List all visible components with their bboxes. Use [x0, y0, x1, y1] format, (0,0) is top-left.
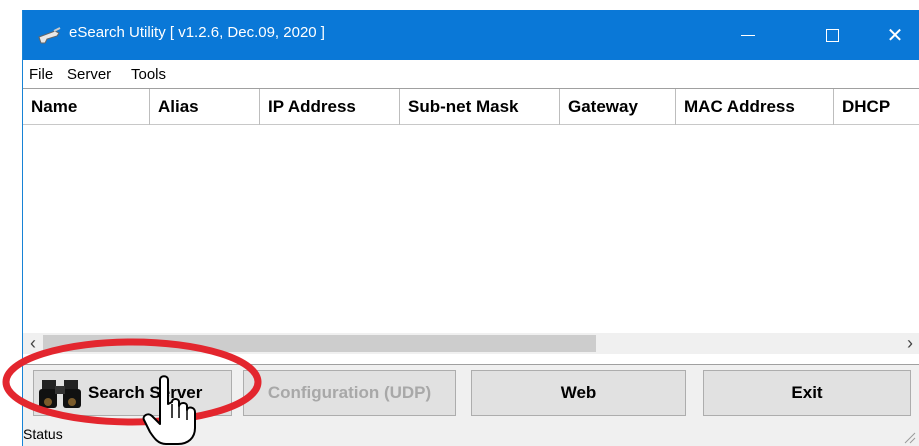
menu-file[interactable]: File — [29, 66, 53, 83]
status-bar: Status — [23, 423, 919, 446]
status-text: Status — [23, 426, 63, 442]
configuration-udp-button[interactable]: Configuration (UDP) — [243, 370, 456, 416]
column-dhcp[interactable]: DHCP — [834, 89, 919, 125]
close-button[interactable]: ✕ — [872, 10, 918, 60]
column-name[interactable]: Name — [23, 89, 150, 125]
horizontal-scrollbar[interactable]: ‹ › — [23, 333, 919, 354]
search-server-label: Search Server — [88, 383, 203, 402]
binoculars-icon — [39, 380, 81, 408]
column-subnet-mask[interactable]: Sub-net Mask — [400, 89, 560, 125]
list-header: Name Alias IP Address Sub-net Mask Gatew… — [23, 89, 919, 125]
configuration-udp-label: Configuration (UDP) — [267, 383, 432, 402]
menu-bar: File Server Tools — [23, 60, 919, 88]
column-mac-address[interactable]: MAC Address — [676, 89, 834, 125]
server-list[interactable]: Name Alias IP Address Sub-net Mask Gatew… — [23, 88, 919, 365]
minimize-button[interactable] — [725, 10, 771, 60]
column-ip-address[interactable]: IP Address — [260, 89, 400, 125]
chevron-left-icon: ‹ — [30, 333, 36, 353]
app-window: eSearch Utility [ v1.2.6, Dec.09, 2020 ]… — [22, 10, 919, 446]
scrollbar-thumb[interactable] — [43, 335, 596, 352]
menu-tools[interactable]: Tools — [131, 66, 166, 83]
minimize-icon — [741, 34, 755, 36]
resize-grip-icon[interactable] — [902, 430, 916, 444]
scroll-right-arrow[interactable]: › — [900, 333, 919, 354]
exit-button[interactable]: Exit — [703, 370, 911, 416]
menu-server[interactable]: Server — [67, 66, 111, 83]
maximize-icon — [825, 28, 839, 42]
column-alias[interactable]: Alias — [150, 89, 260, 125]
chevron-right-icon: › — [907, 333, 913, 353]
app-gun-icon — [38, 27, 61, 44]
search-server-button[interactable]: Search Server — [33, 370, 232, 416]
web-label: Web — [560, 383, 597, 402]
web-button[interactable]: Web — [471, 370, 686, 416]
scroll-left-arrow[interactable]: ‹ — [23, 333, 43, 354]
close-icon: ✕ — [886, 24, 904, 47]
column-gateway[interactable]: Gateway — [560, 89, 676, 125]
maximize-button[interactable] — [809, 10, 855, 60]
title-bar[interactable]: eSearch Utility [ v1.2.6, Dec.09, 2020 ]… — [23, 10, 919, 60]
exit-label: Exit — [791, 383, 823, 402]
window-title: eSearch Utility [ v1.2.6, Dec.09, 2020 ] — [69, 24, 325, 41]
